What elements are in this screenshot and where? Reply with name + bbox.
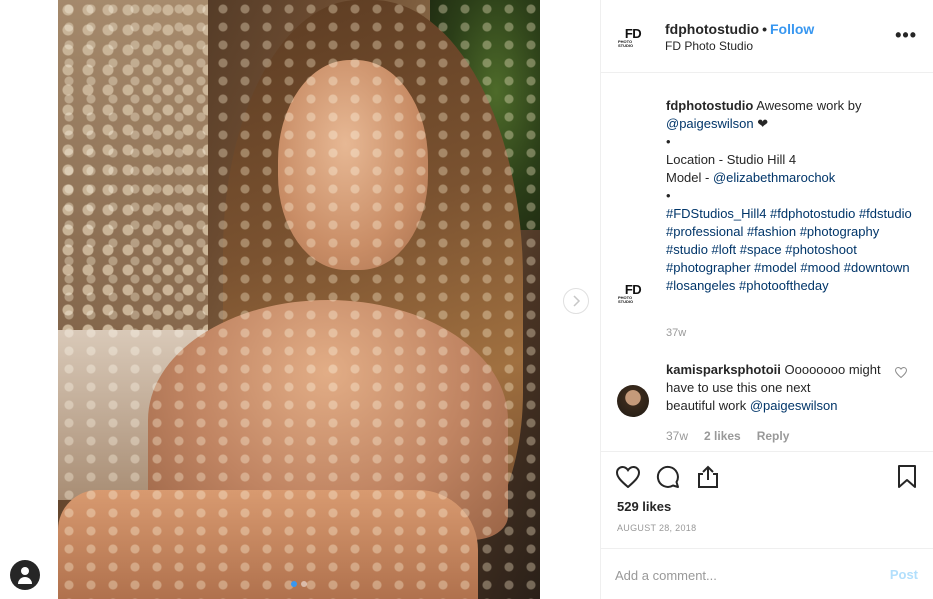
comment-meta: 37w 2 likes Reply (666, 429, 789, 443)
comment-icon (656, 465, 679, 488)
logo-text: FD (624, 281, 642, 297)
post-header: FD PHOTO STUDIO fdphotostudio • Follow FD … (601, 0, 933, 73)
logo-text: FD (624, 25, 642, 41)
carousel-dot-active (291, 581, 297, 587)
carousel-dots (291, 581, 307, 587)
comment-likes[interactable]: 2 likes (704, 429, 741, 443)
carousel-dot (301, 581, 307, 587)
comment-mention[interactable]: @paigeswilson (750, 398, 838, 413)
bookmark-icon (898, 465, 916, 488)
caption-text: Awesome work by (756, 98, 862, 113)
user-icon (21, 567, 29, 575)
caption-bullet-2: • (666, 188, 671, 203)
post-panel: FD PHOTO STUDIO fdphotostudio • Follow FD … (600, 0, 933, 599)
next-slide-button[interactable] (563, 288, 589, 314)
logo-subtext: PHOTO STUDIO (618, 38, 634, 48)
caption-bullet: • (666, 134, 671, 149)
heart-icon (616, 466, 640, 488)
header-fullname: FD Photo Studio (665, 39, 754, 53)
like-button[interactable] (615, 464, 641, 490)
like-count[interactable]: 529 likes (617, 499, 671, 514)
comment-reply-button[interactable]: Reply (757, 429, 790, 443)
comment-body: kamisparksphotoii Oooooooo might have to… (666, 361, 881, 415)
caption-location: Location - Studio Hill 4 (666, 152, 797, 167)
caption-model-prefix: Model - (666, 170, 713, 185)
chevron-right-icon (573, 295, 581, 307)
post-date[interactable]: AUGUST 28, 2018 (617, 523, 696, 533)
caption-mention[interactable]: @paigeswilson (666, 116, 754, 131)
comment-text-2: beautiful work (666, 398, 747, 413)
caption-avatar[interactable]: FD PHOTO STUDIO (618, 278, 648, 308)
heart-icon (894, 366, 908, 379)
comment-like-button[interactable] (894, 366, 908, 381)
photo-light-pattern (58, 0, 540, 599)
header-bullet: • (762, 21, 767, 37)
share-button[interactable] (695, 464, 721, 490)
caption-hashtags[interactable]: #FDStudios_Hill4 #fdphotostudio #fdstudi… (666, 206, 912, 293)
caption-model-mention[interactable]: @elizabethmarochok (713, 170, 835, 185)
comment-input[interactable] (615, 565, 865, 585)
comment-timestamp[interactable]: 37w (666, 429, 688, 443)
action-icons (615, 464, 721, 490)
save-button[interactable] (894, 464, 920, 490)
caption-timestamp[interactable]: 37w (666, 327, 686, 339)
add-comment-bar: Post (601, 548, 933, 599)
comment-avatar[interactable] (617, 385, 649, 417)
caption-username[interactable]: fdphotostudio (666, 98, 753, 113)
logo-subtext: PHOTO STUDIO (618, 294, 634, 304)
header-username[interactable]: fdphotostudio (665, 21, 759, 37)
caption-emoji: ❤ (757, 116, 769, 131)
comments-section: FD PHOTO STUDIO fdphotostudio Awesome wo… (601, 73, 933, 451)
post-photo[interactable] (58, 0, 540, 599)
post-comment-button[interactable]: Post (890, 567, 918, 582)
more-icon[interactable]: ••• (895, 25, 917, 46)
post-caption: fdphotostudio Awesome work by @paigeswil… (666, 97, 916, 295)
share-icon (698, 465, 718, 488)
profile-avatar[interactable]: FD PHOTO STUDIO (618, 22, 648, 52)
comment-username[interactable]: kamisparksphotoii (666, 362, 781, 377)
comment-button[interactable] (655, 464, 681, 490)
user-icon-body (18, 577, 32, 584)
post-actions: 529 likes AUGUST 28, 2018 (601, 451, 933, 548)
user-button[interactable] (10, 560, 40, 590)
follow-button[interactable]: Follow (770, 21, 814, 37)
